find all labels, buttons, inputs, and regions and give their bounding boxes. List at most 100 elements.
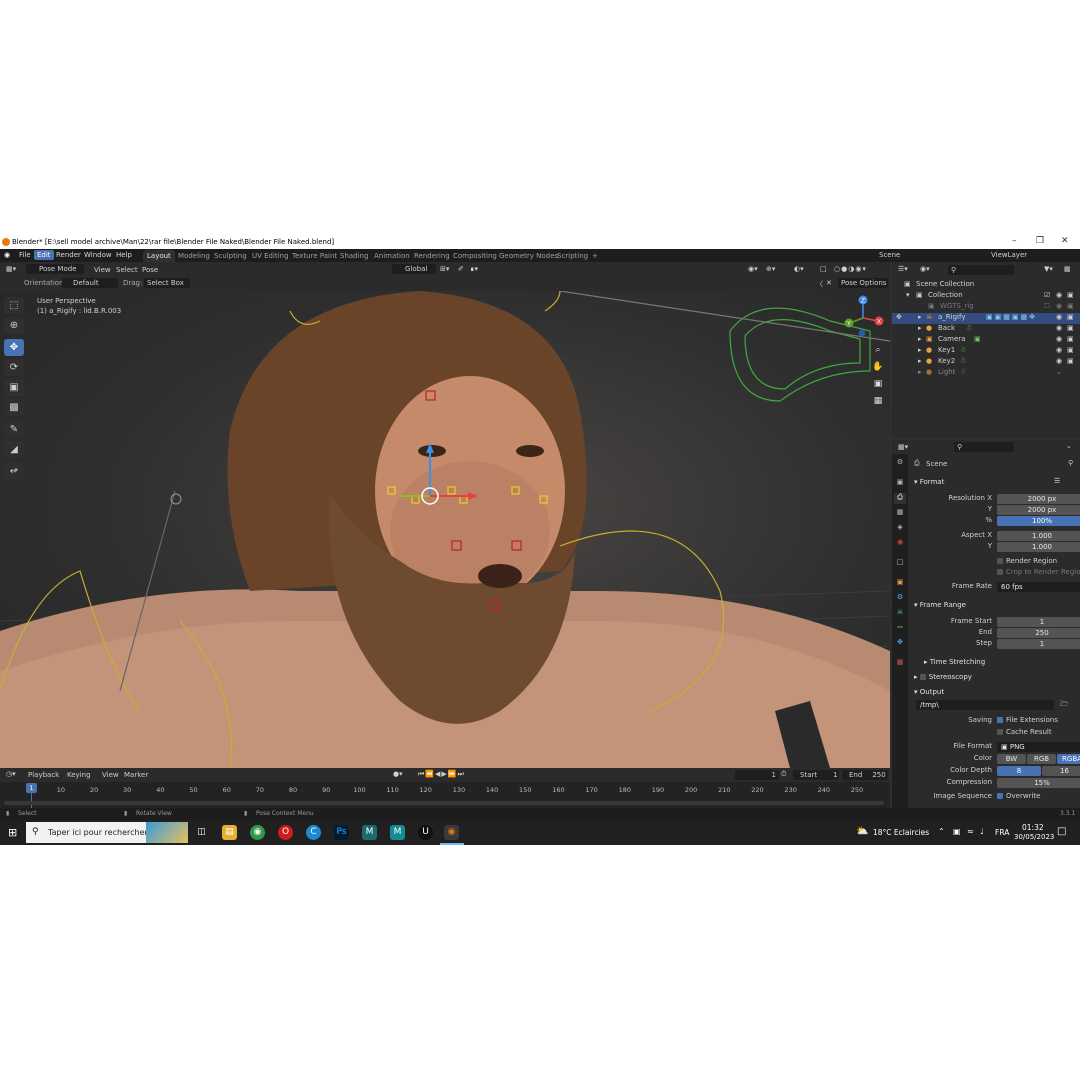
tab-layout[interactable]: Layout — [143, 250, 175, 262]
file-extensions-checkbox[interactable]: File Extensions — [997, 716, 1058, 724]
aspect-y-field[interactable]: 1.000 — [997, 542, 1080, 552]
tab-scripting[interactable]: Scripting — [557, 252, 588, 260]
start-frame-field[interactable]: Start 1 — [793, 770, 839, 780]
timeline-menu-view[interactable]: View — [102, 771, 119, 779]
resolution-y-field[interactable]: 2000 px — [997, 505, 1080, 515]
language-indicator[interactable]: FRA — [995, 828, 1009, 837]
transform-tool-icon[interactable]: ▩ — [4, 399, 24, 416]
resolution-x-field[interactable]: 2000 px — [997, 494, 1080, 504]
outliner-search[interactable]: ⚲ — [948, 265, 1014, 275]
menu-pose[interactable]: Pose — [142, 266, 158, 274]
modifier-tab-icon[interactable]: ⚙ — [894, 593, 906, 604]
eye-icon[interactable]: ◉ — [1056, 291, 1062, 299]
properties-search[interactable]: ⚲ — [954, 442, 1014, 452]
frame-rate-dropdown[interactable]: 60 fps — [997, 582, 1080, 592]
scene-selector[interactable]: Scene — [866, 250, 944, 260]
orientation-dropdown[interactable]: Default — [62, 278, 118, 288]
compression-slider[interactable]: 15% — [997, 778, 1080, 788]
pan-hand-icon[interactable]: ✋ — [871, 360, 885, 374]
tray-chevron-icon[interactable]: ⌃ — [938, 827, 945, 836]
xray-icon[interactable]: □ — [820, 265, 827, 273]
opera-icon[interactable]: O — [278, 825, 293, 840]
collection-tab-icon[interactable]: □ — [894, 558, 906, 569]
overwrite-checkbox[interactable]: Overwrite — [997, 792, 1040, 800]
camera-render-icon[interactable]: ▣ — [1067, 357, 1074, 365]
color-depth-16-button[interactable]: 16 — [1042, 766, 1080, 776]
shading-modes-icon[interactable]: ○●◑◉▾ — [834, 265, 867, 273]
outliner-row[interactable]: ▸ ● Light ☃ ⌄ — [892, 368, 1080, 379]
pin-icon[interactable]: ⚲ — [1068, 459, 1073, 467]
editor-type-icon[interactable]: ▦▾ — [6, 265, 16, 273]
tool-tab-icon[interactable]: ⚙ — [894, 458, 906, 469]
outliner-row[interactable]: ▾ ▣ Collection ☑ ◉ ▣ — [892, 291, 1080, 302]
windows-start-icon[interactable]: ⊞ — [8, 826, 17, 839]
playhead[interactable]: 1 — [26, 783, 37, 793]
outliner-row[interactable]: ▸ ▣ Camera ▣ ◉ ▣ — [892, 335, 1080, 346]
collapse-icon[interactable]: ⌄ — [1056, 368, 1062, 376]
output-section-header[interactable]: ▾ Output — [914, 688, 944, 696]
tab-animation[interactable]: Animation — [374, 252, 410, 260]
view-layer-tab-icon[interactable]: ▦ — [894, 508, 906, 519]
menu-select[interactable]: Select — [116, 266, 138, 274]
maya-2-icon[interactable]: M — [390, 825, 405, 840]
current-frame-field[interactable]: 1 — [735, 770, 779, 780]
menu-render[interactable]: Render — [56, 251, 81, 259]
drag-dropdown[interactable]: Select Box — [144, 278, 190, 288]
tab-texture-paint[interactable]: Texture Paint — [292, 252, 337, 260]
eye-icon[interactable]: ◉ — [1056, 346, 1062, 354]
new-collection-icon[interactable]: ▦ — [1064, 265, 1071, 273]
add-workspace-button[interactable]: + — [592, 252, 598, 260]
camera-render-icon[interactable]: ▣ — [1067, 335, 1074, 343]
tab-compositing[interactable]: Compositing — [453, 252, 497, 260]
menu-help[interactable]: Help — [116, 251, 132, 259]
c-app-icon[interactable]: C — [306, 825, 321, 840]
bone-constraint-tab-icon[interactable]: ✥ — [894, 638, 906, 649]
outliner-row[interactable]: ▸ ● Back ☃ ◉ ▣ — [892, 324, 1080, 335]
tab-rendering[interactable]: Rendering — [414, 252, 450, 260]
scene-tab-icon[interactable]: ◈ — [894, 523, 906, 534]
format-section-header[interactable]: ▾ Format — [914, 478, 944, 486]
checkbox-icon[interactable]: ☐ — [1044, 302, 1050, 310]
task-view-icon[interactable]: ◫ — [194, 825, 209, 840]
tab-shading[interactable]: Shading — [340, 252, 368, 260]
filter-icon[interactable]: ▼▾ — [1044, 265, 1053, 273]
3d-viewport[interactable]: User Perspective (1) a_Rigify : lid.B.R.… — [0, 291, 890, 768]
color-depth-8-button[interactable]: 8 — [997, 766, 1041, 776]
outliner-row[interactable]: ▸ ● Key2 ☃ ◉ ▣ — [892, 357, 1080, 368]
color-rgba-button[interactable]: RGBA — [1057, 754, 1080, 764]
camera-render-icon[interactable]: ▣ — [1067, 313, 1074, 321]
sidebar-toggle-icon[interactable]: 〈 — [816, 279, 823, 289]
blender-taskbar-icon[interactable]: ◉ — [444, 825, 459, 840]
relax-pose-tool-icon[interactable]: ↫ — [4, 463, 24, 480]
maximize-icon[interactable]: ❐ — [1036, 236, 1044, 246]
cache-result-checkbox[interactable]: Cache Result — [997, 728, 1052, 736]
pivot-icon[interactable]: ⊞▾ — [440, 265, 449, 273]
unreal-engine-icon[interactable]: U — [418, 825, 433, 840]
clock-time[interactable]: 01:32 — [1022, 823, 1044, 832]
proportional-icon[interactable]: ∎▾ — [470, 265, 478, 273]
frame-range-section-header[interactable]: ▾ Frame Range — [914, 601, 966, 609]
tab-sculpting[interactable]: Sculpting — [214, 252, 247, 260]
file-format-dropdown[interactable]: ▣ PNG — [997, 742, 1080, 752]
pose-options-dropdown[interactable]: Pose Options — [838, 278, 888, 288]
annotate-tool-icon[interactable]: ✎ — [4, 421, 24, 438]
volume-icon[interactable]: ♩ — [980, 827, 984, 836]
visibility-icon[interactable]: ◉▾ — [748, 265, 758, 273]
timeline-area[interactable]: 1 10 20 30 40 50 60 70 80 90 100 110 120 130 140 150 16… — [0, 782, 890, 808]
resolution-percent-field[interactable]: 100% — [997, 516, 1080, 526]
wifi-icon[interactable]: ≈ — [967, 827, 974, 836]
color-bw-button[interactable]: BW — [997, 754, 1026, 764]
keyframe-record-icon[interactable]: ●▾ — [393, 770, 403, 778]
chrome-icon[interactable]: ◉ — [250, 825, 265, 840]
navigation-gizmo[interactable]: Z Y X — [838, 293, 888, 343]
time-stretching-header[interactable]: ▸ Time Stretching — [924, 658, 985, 666]
view-layer-selector[interactable]: ViewLayer — [978, 250, 1056, 260]
taskbar-search[interactable]: ⚲ Taper ici pour rechercher — [26, 822, 188, 843]
timeline-menu-playback[interactable]: Playback — [28, 771, 59, 779]
object-tab-icon[interactable]: ▣ — [894, 578, 906, 589]
minimize-icon[interactable]: – — [1012, 236, 1017, 246]
menu-view[interactable]: View — [94, 266, 111, 274]
render-region-checkbox[interactable]: Render Region — [997, 557, 1057, 565]
output-tab-icon[interactable]: ⎙ — [894, 493, 906, 504]
timeline-menu-marker[interactable]: Marker — [124, 771, 148, 779]
